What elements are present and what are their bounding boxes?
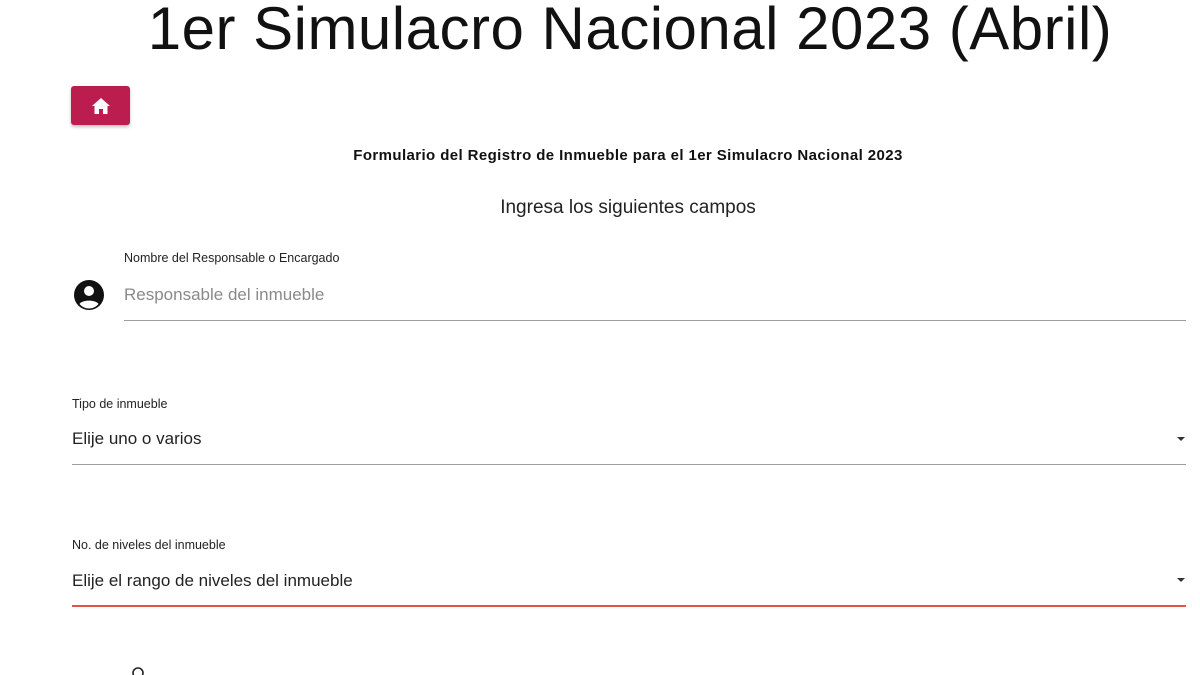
- form-title: Formulario del Registro de Inmueble para…: [353, 147, 903, 164]
- home-button[interactable]: [71, 86, 130, 125]
- responsable-input[interactable]: [124, 276, 1186, 320]
- person-circle-icon: [74, 280, 104, 310]
- responsable-underline: [124, 320, 1186, 321]
- tipo-underline: [72, 464, 1186, 465]
- niveles-underline: [72, 605, 1186, 607]
- responsable-label: Nombre del Responsable o Encargado: [124, 251, 340, 265]
- banner-title: 1er Simulacro Nacional 2023 (Abril): [147, 0, 1113, 62]
- tipo-label: Tipo de inmueble: [72, 397, 168, 411]
- niveles-select[interactable]: [72, 562, 1186, 606]
- partial-icon: [132, 667, 144, 675]
- niveles-label: No. de niveles del inmueble: [72, 538, 226, 552]
- form-subtitle: Ingresa los siguientes campos: [500, 197, 756, 218]
- home-icon: [91, 97, 110, 114]
- page: 1er Simulacro Nacional 2023 (Abril) Form…: [0, 0, 1200, 675]
- tipo-select[interactable]: [72, 420, 1186, 464]
